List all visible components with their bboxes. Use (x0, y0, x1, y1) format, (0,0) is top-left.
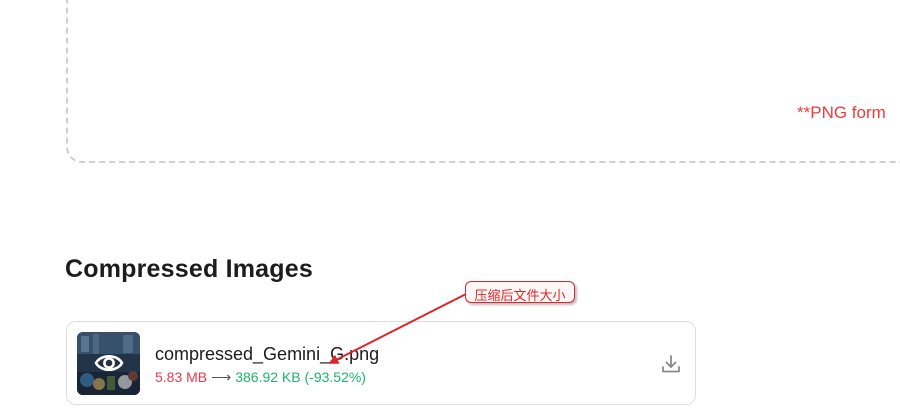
eye-icon (94, 354, 124, 372)
file-name: compressed_Gemini_G.png (155, 344, 380, 364)
upload-dropzone[interactable] (66, 0, 900, 163)
annotation-callout: 压缩后文件大小 (465, 281, 575, 304)
download-icon (662, 355, 680, 373)
section-title: Compressed Images (65, 255, 313, 283)
size-summary: 5.83 MB ⟶ 386.92 KB (-93.52%) (155, 369, 366, 386)
image-preview-thumbnail[interactable] (77, 332, 140, 395)
compressed-size: 386.92 KB (-93.52%) (235, 369, 366, 385)
original-size: 5.83 MB (155, 369, 208, 385)
size-arrow: ⟶ (211, 369, 232, 385)
download-button[interactable] (659, 352, 683, 376)
page: **PNG form Compressed Images compressed_… (0, 0, 900, 413)
file-card: compressed_Gemini_G.png 5.83 MB ⟶ 386.92 K… (66, 321, 696, 405)
annotation-callout-text: 压缩后文件大小 (474, 289, 566, 304)
format-note: **PNG form (797, 103, 886, 122)
